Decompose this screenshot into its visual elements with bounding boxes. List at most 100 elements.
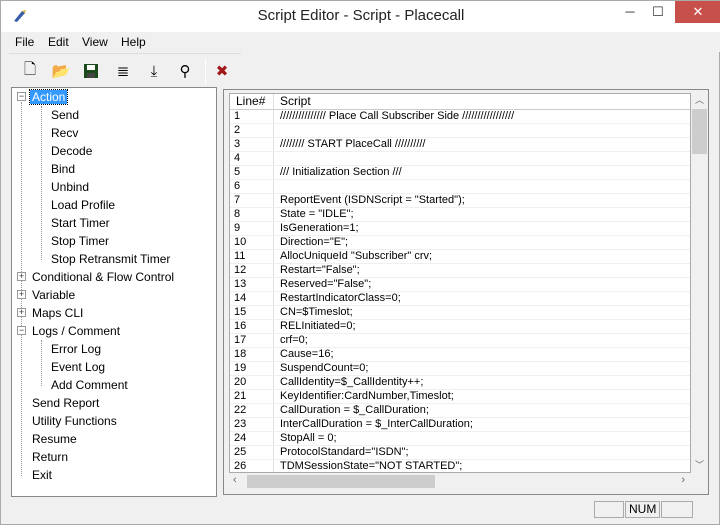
table-row[interactable]: 7 ReportEvent (ISDNScript = "Started"); xyxy=(230,194,690,208)
script-line[interactable]: Reserved="False"; xyxy=(274,278,371,291)
table-row[interactable]: 6 xyxy=(230,180,690,194)
menu-help[interactable]: Help xyxy=(121,35,146,49)
script-line[interactable]: ReportEvent (ISDNScript = "Started"); xyxy=(274,194,465,207)
table-row[interactable]: 24 StopAll = 0; xyxy=(230,432,690,446)
menu-edit[interactable]: Edit xyxy=(48,35,69,49)
table-row[interactable]: 22 CallDuration = $_CallDuration; xyxy=(230,404,690,418)
menu-view[interactable]: View xyxy=(82,35,108,49)
script-line[interactable]: crf=0; xyxy=(274,334,308,347)
table-row[interactable]: 11 AllocUniqueId "Subscriber" crv; xyxy=(230,250,690,264)
script-line[interactable] xyxy=(274,180,280,193)
tree-item[interactable]: Send xyxy=(51,107,79,123)
table-row[interactable]: 14 RestartIndicatorClass=0; xyxy=(230,292,690,306)
save-icon[interactable] xyxy=(80,60,102,82)
collapse-icon[interactable]: − xyxy=(17,92,26,101)
table-row[interactable]: 12 Restart="False"; xyxy=(230,264,690,278)
table-row[interactable]: 20 CallIdentity=$_CallIdentity++; xyxy=(230,376,690,390)
table-row[interactable]: 16 RELInitiated=0; xyxy=(230,320,690,334)
tree-item[interactable]: Bind xyxy=(51,161,75,177)
tree-item[interactable]: Decode xyxy=(51,143,92,159)
table-row[interactable]: 1/////////////// Place Call Subscriber S… xyxy=(230,110,690,124)
insert-below-icon[interactable]: ⤓ xyxy=(143,60,165,82)
script-line[interactable] xyxy=(274,152,280,165)
tree-item[interactable]: Exit xyxy=(32,467,52,483)
tree-item-maps-cli[interactable]: Maps CLI xyxy=(32,305,83,321)
script-line[interactable] xyxy=(274,124,280,137)
open-folder-icon[interactable]: 📂 xyxy=(50,60,72,82)
table-row[interactable]: 3//////// START PlaceCall ////////// xyxy=(230,138,690,152)
scroll-up-icon[interactable]: ︿ xyxy=(691,93,708,106)
tree-item[interactable]: Unbind xyxy=(51,179,89,195)
vertical-scrollbar[interactable]: ︿ ﹀ xyxy=(691,93,708,473)
table-row[interactable]: 19 SuspendCount=0; xyxy=(230,362,690,376)
script-line[interactable]: RestartIndicatorClass=0; xyxy=(274,292,401,305)
table-row[interactable]: 23 InterCallDuration = $_InterCallDuratio… xyxy=(230,418,690,432)
tree-item[interactable]: Start Timer xyxy=(51,215,110,231)
table-row[interactable]: 10 Direction="E"; xyxy=(230,236,690,250)
table-row[interactable]: 8 State = "IDLE"; xyxy=(230,208,690,222)
scroll-down-icon[interactable]: ﹀ xyxy=(691,458,708,471)
column-header-line[interactable]: Line# xyxy=(230,94,274,109)
script-line[interactable]: IsGeneration=1; xyxy=(274,222,359,235)
scroll-left-icon[interactable]: ‹ xyxy=(233,474,237,486)
tree-item-action[interactable]: Action xyxy=(28,89,69,105)
delete-icon[interactable]: ✖ xyxy=(211,60,233,82)
scroll-thumb[interactable] xyxy=(692,109,707,154)
tree-item[interactable]: Add Comment xyxy=(51,377,128,393)
tree-item[interactable]: Stop Timer xyxy=(51,233,109,249)
scroll-right-icon[interactable]: › xyxy=(681,474,685,486)
horizontal-scrollbar[interactable]: ‹ › xyxy=(229,473,691,490)
script-line[interactable]: /////////////// Place Call Subscriber Si… xyxy=(274,110,514,123)
command-tree[interactable]: − Action Send Recv Decode Bind Unbind Lo… xyxy=(11,87,217,497)
tree-item[interactable]: Error Log xyxy=(51,341,101,357)
tree-item-conditional[interactable]: Conditional & Flow Control xyxy=(32,269,174,285)
tree-item[interactable]: Load Profile xyxy=(51,197,115,213)
script-line[interactable]: CallDuration = $_CallDuration; xyxy=(274,404,429,417)
insert-line-icon[interactable]: ≣ xyxy=(112,60,134,82)
table-row[interactable]: 13 Reserved="False"; xyxy=(230,278,690,292)
script-line[interactable]: //////// START PlaceCall ////////// xyxy=(274,138,426,151)
table-row[interactable]: 18 Cause=16; xyxy=(230,348,690,362)
script-line[interactable]: SuspendCount=0; xyxy=(274,362,368,375)
menu-file[interactable]: File xyxy=(15,35,34,49)
script-line[interactable]: AllocUniqueId "Subscriber" crv; xyxy=(274,250,432,263)
table-row[interactable]: 9 IsGeneration=1; xyxy=(230,222,690,236)
script-line[interactable]: Cause=16; xyxy=(274,348,334,361)
table-row[interactable]: 26 TDMSessionState="NOT STARTED"; xyxy=(230,460,690,472)
script-line[interactable]: CallIdentity=$_CallIdentity++; xyxy=(274,376,423,389)
maximize-button[interactable]: ☐ xyxy=(641,1,675,23)
table-row[interactable]: 2 xyxy=(230,124,690,138)
script-line[interactable]: State = "IDLE"; xyxy=(274,208,354,221)
table-row[interactable]: 17 crf=0; xyxy=(230,334,690,348)
script-line[interactable]: ProtocolStandard="ISDN"; xyxy=(274,446,409,459)
tree-item[interactable]: Send Report xyxy=(32,395,99,411)
script-line[interactable]: TDMSessionState="NOT STARTED"; xyxy=(274,460,462,472)
tree-item[interactable]: Recv xyxy=(51,125,78,141)
tree-item[interactable]: Stop Retransmit Timer xyxy=(51,251,170,267)
find-icon[interactable]: ⚲ xyxy=(174,60,196,82)
tree-item[interactable]: Return xyxy=(32,449,68,465)
collapse-icon[interactable]: − xyxy=(17,326,26,335)
expand-icon[interactable]: + xyxy=(17,272,26,281)
tree-item[interactable]: Event Log xyxy=(51,359,105,375)
table-row[interactable]: 5/// Initialization Section /// xyxy=(230,166,690,180)
column-header-script[interactable]: Script xyxy=(274,94,311,109)
scroll-thumb[interactable] xyxy=(247,475,435,488)
tree-item-variable[interactable]: Variable xyxy=(32,287,75,303)
script-grid[interactable]: Line# Script 1/////////////// Place Call… xyxy=(229,93,691,473)
script-line[interactable]: CN=$Timeslot; xyxy=(274,306,353,319)
script-line[interactable]: Restart="False"; xyxy=(274,264,360,277)
tree-item[interactable]: Utility Functions xyxy=(32,413,117,429)
tree-item-logs[interactable]: Logs / Comment xyxy=(32,323,120,339)
script-line[interactable]: RELInitiated=0; xyxy=(274,320,356,333)
tree-item[interactable]: Resume xyxy=(32,431,77,447)
expand-icon[interactable]: + xyxy=(17,308,26,317)
expand-icon[interactable]: + xyxy=(17,290,26,299)
close-button[interactable]: ✕ xyxy=(675,1,720,23)
table-row[interactable]: 15 CN=$Timeslot; xyxy=(230,306,690,320)
table-row[interactable]: 21 KeyIdentifier:CardNumber,Timeslot; xyxy=(230,390,690,404)
script-line[interactable]: KeyIdentifier:CardNumber,Timeslot; xyxy=(274,390,454,403)
table-row[interactable]: 4 xyxy=(230,152,690,166)
script-line[interactable]: Direction="E"; xyxy=(274,236,348,249)
script-line[interactable]: InterCallDuration = $_InterCallDuration; xyxy=(274,418,473,431)
